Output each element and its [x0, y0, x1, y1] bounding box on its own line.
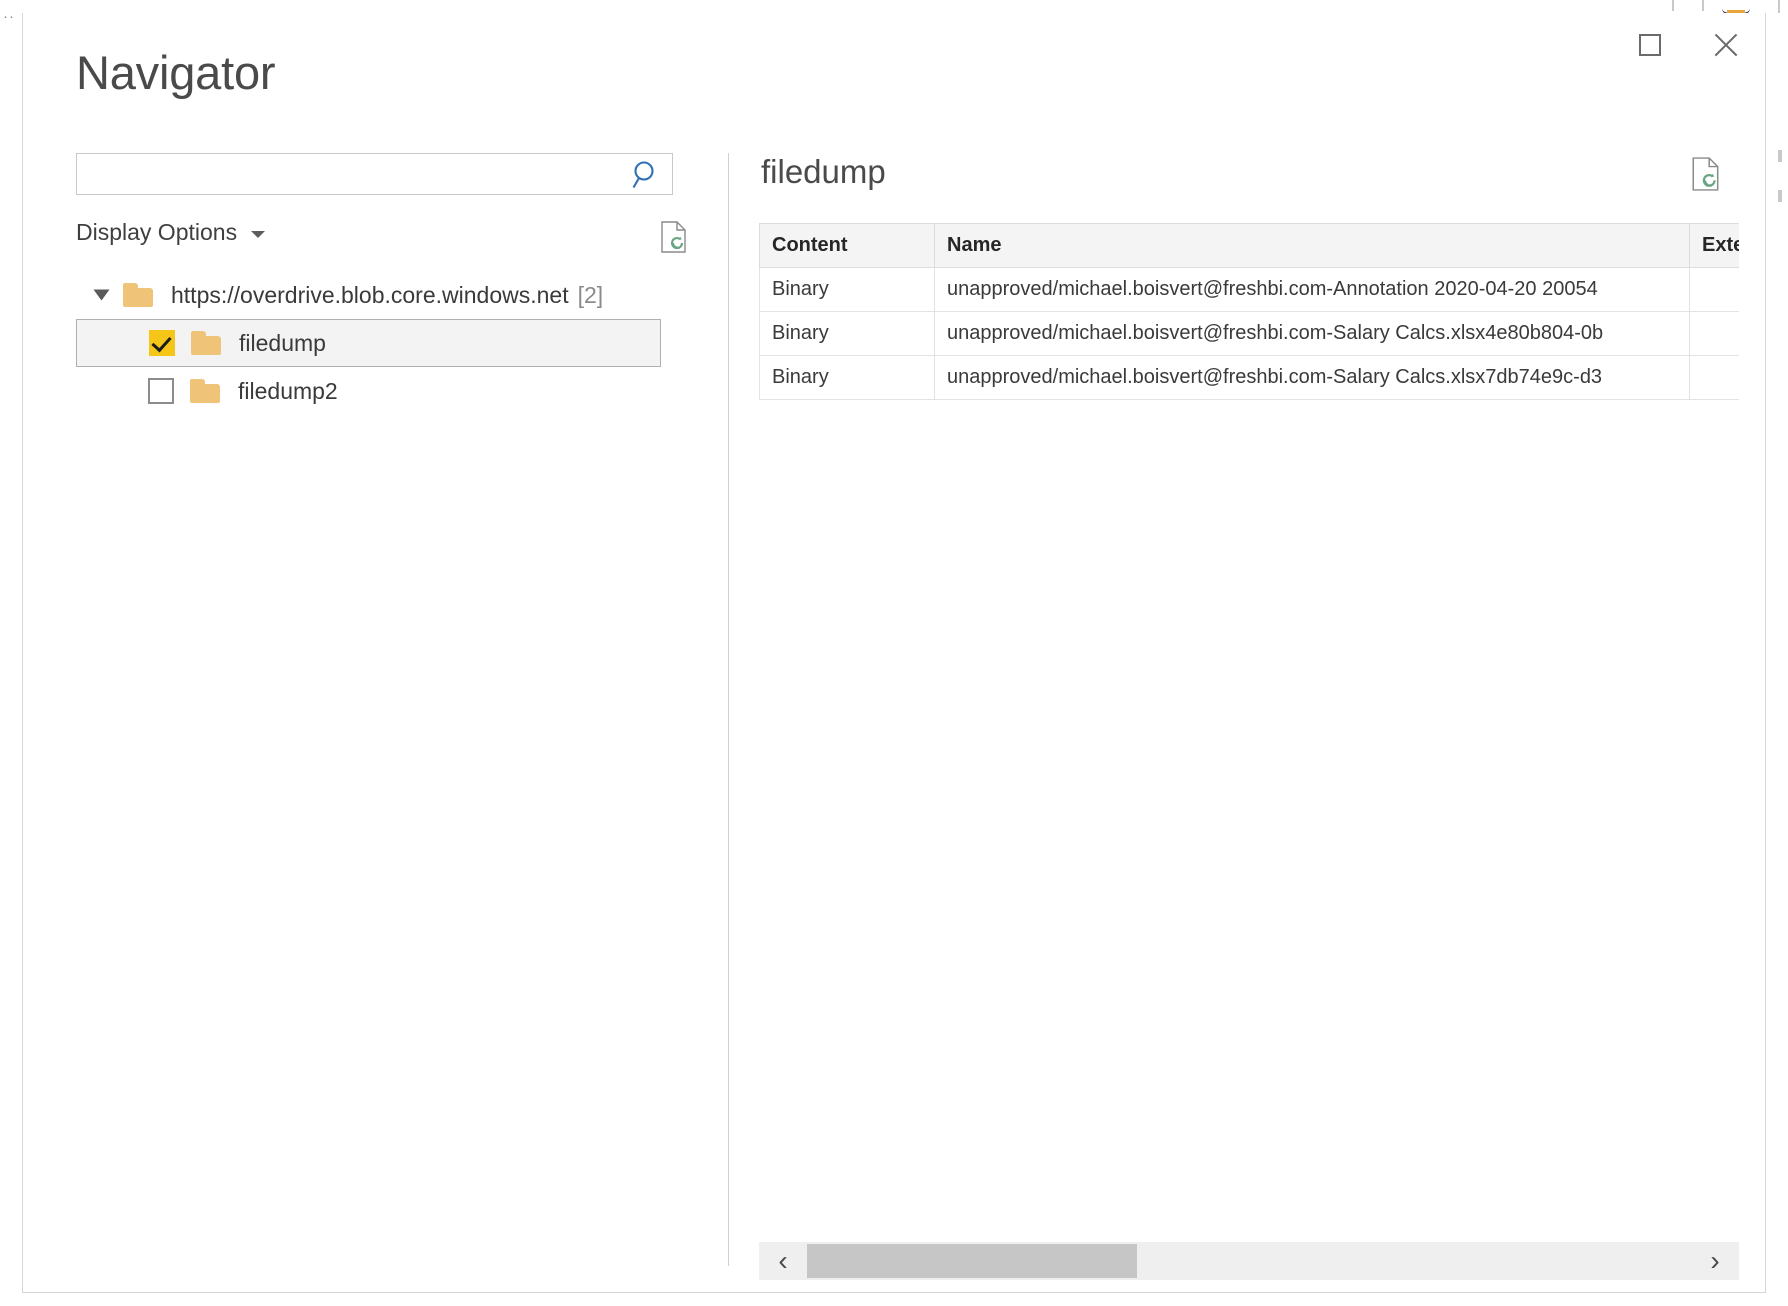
cell-content: Binary [759, 355, 935, 400]
preview-table-container: Content Name Extension Binary unapproved… [759, 223, 1739, 1293]
tree-root-count: [2] [577, 281, 604, 308]
column-header-content[interactable]: Content [759, 223, 935, 268]
left-pane: Display Options https://overdrive.blob.c… [76, 153, 676, 1263]
tree-item-filedump2[interactable]: filedump2 [76, 367, 661, 415]
page-title: Navigator [76, 46, 276, 99]
display-options-row: Display Options [76, 219, 673, 253]
cell-name: unapproved/michael.boisvert@freshbi.com-… [934, 267, 1690, 312]
checkbox-unchecked-icon[interactable] [148, 378, 174, 404]
cell-extension [1689, 267, 1739, 312]
tree-item-label: filedump2 [238, 377, 338, 404]
document-refresh-icon[interactable] [1691, 157, 1721, 191]
navigator-dialog: Navigator Display Options https://overdr… [22, 13, 1766, 1293]
search-box[interactable] [76, 153, 673, 195]
checkbox-checked-icon[interactable] [149, 330, 175, 356]
folder-icon [123, 283, 153, 307]
table-row[interactable]: Binary unapproved/michael.boisvert@fresh… [759, 267, 1739, 312]
maximize-button[interactable] [1625, 23, 1675, 67]
cell-content: Binary [759, 311, 935, 356]
chrome-notch-right [1702, 0, 1704, 11]
window-chrome-strip: ·· [0, 0, 1788, 24]
scrollbar-thumb[interactable] [807, 1244, 1137, 1278]
search-icon[interactable] [630, 159, 662, 191]
chrome-notch-left [1672, 0, 1674, 11]
column-header-name[interactable]: Name [934, 223, 1690, 268]
preview-title: filedump [761, 153, 886, 190]
tree-root-node[interactable]: https://overdrive.blob.core.windows.net … [76, 271, 673, 319]
cell-extension [1689, 311, 1739, 356]
maximize-icon [1639, 34, 1661, 56]
horizontal-scrollbar[interactable]: ‹ › [759, 1242, 1739, 1280]
chrome-scroll-tick-lower[interactable] [1778, 190, 1782, 202]
tree-root-label: https://overdrive.blob.core.windows.net [171, 281, 569, 308]
window-controls [1625, 23, 1751, 67]
cell-name: unapproved/michael.boisvert@freshbi.com-… [934, 311, 1690, 356]
table-row[interactable]: Binary unapproved/michael.boisvert@fresh… [759, 355, 1739, 400]
close-button[interactable] [1701, 23, 1751, 67]
table-row[interactable]: Binary unapproved/michael.boisvert@fresh… [759, 311, 1739, 356]
search-input[interactable] [77, 154, 617, 194]
display-options-label: Display Options [76, 219, 238, 245]
chrome-scroll-tick-upper[interactable] [1778, 150, 1782, 162]
chevron-down-icon [251, 231, 266, 238]
chevron-left-icon[interactable]: ‹ [759, 1242, 807, 1280]
tree-item-label: filedump [239, 329, 326, 356]
document-refresh-icon[interactable] [660, 221, 688, 253]
pane-divider [728, 153, 729, 1266]
tree-item-filedump[interactable]: filedump [76, 319, 661, 367]
triangle-expanded-icon[interactable] [93, 289, 110, 301]
display-options-button[interactable]: Display Options [76, 219, 266, 246]
table-header-row: Content Name Extension [759, 223, 1739, 268]
cell-extension [1689, 355, 1739, 400]
chrome-right-edge [1778, 0, 1780, 13]
preview-header: filedump [759, 153, 1739, 213]
scrollbar-track[interactable] [807, 1242, 1691, 1280]
column-header-extension[interactable]: Extension [1689, 223, 1739, 268]
right-pane: filedump Content Name Extension [759, 153, 1739, 1263]
cell-name: unapproved/michael.boisvert@freshbi.com-… [934, 355, 1690, 400]
cell-content: Binary [759, 267, 935, 312]
source-tree: https://overdrive.blob.core.windows.net … [76, 271, 673, 415]
folder-icon [190, 379, 220, 403]
folder-icon [191, 331, 221, 355]
preview-table: Content Name Extension Binary unapproved… [759, 223, 1739, 400]
chrome-dots: ·· [3, 8, 15, 25]
close-icon [1711, 30, 1741, 60]
chevron-right-icon[interactable]: › [1691, 1242, 1739, 1280]
